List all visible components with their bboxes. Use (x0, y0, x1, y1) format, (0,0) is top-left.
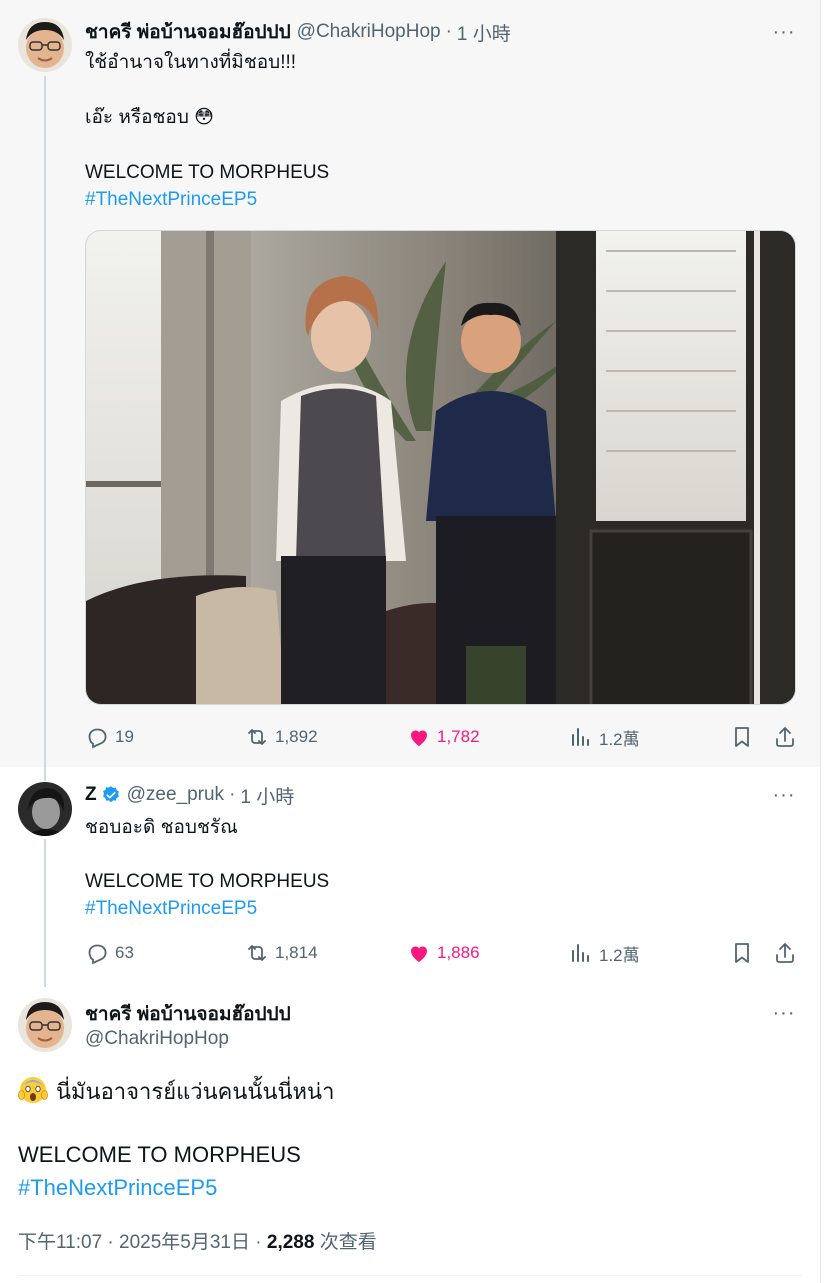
reply-count: 19 (115, 727, 134, 746)
tweet-text-line: เอ๊ะ หรือชอบ 😳 (85, 107, 214, 128)
retweet-button[interactable]: 1,814 (245, 938, 318, 968)
retweet-count: 1,892 (275, 727, 318, 746)
view-count: 1.2萬 (599, 945, 640, 965)
reply-icon (88, 728, 107, 749)
tweet-text-line: WELCOME TO MORPHEUS (85, 871, 330, 892)
hashtag-link[interactable]: #TheNextPrinceEP5 (18, 1173, 217, 1203)
like-button[interactable]: 1,886 (407, 938, 480, 968)
tweet-reply[interactable]: Z @zee_pruk · 1 小時 ··· ชอบอะดิ ชอบชรัณ W… (0, 767, 820, 987)
avatar-chakri[interactable] (18, 998, 72, 1052)
tweet-text-line: ชอบอะดิ ชอบชรัณ (85, 817, 238, 838)
view-count: 1.2萬 (599, 729, 640, 749)
tweet-text-line: WELCOME TO MORPHEUS (18, 1142, 301, 1167)
timestamp[interactable]: 1 小時 (240, 782, 294, 809)
separator-dot: · (445, 21, 452, 42)
avatar-chakri[interactable] (18, 18, 72, 72)
scrollbar[interactable] (820, 0, 834, 1283)
tweet-text-line: นี่มันอาจารย์แว่นคนนั้นนี่หน่า (18, 1074, 334, 1107)
tweet-actions: 19 1,892 1,782 1.2萬 (85, 722, 797, 752)
more-icon[interactable]: ··· (770, 1001, 798, 1025)
reply-button[interactable]: 19 (85, 722, 134, 752)
views-icon (572, 944, 589, 962)
tweet-parent[interactable]: ชาครี พ่อบ้านจอมฮ๊อปปป @ChakriHopHop · 1… (0, 0, 820, 767)
retweet-count: 1,814 (275, 943, 318, 962)
views-button[interactable]: 1.2萬 (569, 938, 640, 968)
share-button[interactable] (773, 938, 803, 968)
share-icon (776, 727, 794, 747)
avatar-zee[interactable] (18, 782, 72, 836)
share-button[interactable] (773, 722, 803, 752)
reply-count: 63 (115, 943, 134, 962)
share-icon (776, 943, 794, 963)
like-icon (411, 730, 427, 746)
tweet-actions: 63 1,814 1,886 1.2萬 (85, 938, 797, 968)
like-count: 1,886 (437, 943, 480, 962)
tweet-header: ชาครี พ่อบ้านจอมฮ๊อปปป @ChakriHopHop · 1… (85, 17, 511, 47)
retweet-icon (248, 729, 266, 745)
separator-dot: · (229, 784, 236, 805)
bookmark-button[interactable] (730, 938, 760, 968)
retweet-icon (248, 945, 266, 961)
scream-emoji-icon (18, 1077, 48, 1103)
display-name[interactable]: ชาครี พ่อบ้านจอมฮ๊อปปป (85, 999, 291, 1029)
like-count: 1,782 (437, 727, 480, 746)
tweet-text-line: ใช้อำนาจในทางที่มิชอบ!!! (85, 52, 297, 73)
like-icon (411, 946, 427, 962)
display-name[interactable]: ชาครี พ่อบ้านจอมฮ๊อปปป (85, 17, 291, 47)
hashtag-link[interactable]: #TheNextPrinceEP5 (85, 186, 257, 213)
more-icon[interactable]: ··· (770, 20, 798, 44)
handle[interactable]: @ChakriHopHop (85, 1028, 229, 1050)
tweet-text: นี่มันอาจารย์แว่นคนนั้นนี่หน่า (56, 1079, 335, 1104)
tweet-focused[interactable]: ชาครี พ่อบ้านจอมฮ๊อปปป @ChakriHopHop ···… (0, 987, 820, 1283)
bookmark-icon (735, 727, 749, 747)
reply-button[interactable]: 63 (85, 938, 134, 968)
views-button[interactable]: 1.2萬 (569, 722, 640, 752)
handle[interactable]: @zee_pruk (127, 784, 224, 806)
retweet-button[interactable]: 1,892 (245, 722, 318, 752)
like-button[interactable]: 1,782 (407, 722, 480, 752)
thread-line (44, 767, 46, 781)
thread-line (44, 76, 46, 767)
display-name[interactable]: Z (85, 784, 97, 806)
view-label: 次查看 (314, 1232, 377, 1253)
tweet-text-line: WELCOME TO MORPHEUS (85, 162, 330, 183)
divider (18, 1275, 802, 1276)
views-icon (572, 728, 589, 746)
view-count: 2,288 (266, 1232, 315, 1253)
thread-line (44, 839, 46, 987)
tweet-datetime[interactable]: 下午11:07 · 2025年5月31日 · (18, 1232, 267, 1253)
verified-badge-icon (102, 786, 119, 803)
tweet-meta: 下午11:07 · 2025年5月31日 · 2,288 次查看 (18, 1227, 377, 1254)
handle[interactable]: @ChakriHopHop (297, 21, 441, 43)
bookmark-button[interactable] (730, 722, 760, 752)
reply-icon (88, 944, 107, 965)
more-icon[interactable]: ··· (770, 783, 798, 807)
tweet-photo[interactable] (85, 230, 796, 705)
timestamp[interactable]: 1 小時 (457, 19, 511, 46)
bookmark-icon (735, 943, 749, 963)
tweet-header: Z @zee_pruk · 1 小時 (85, 782, 294, 809)
hashtag-link[interactable]: #TheNextPrinceEP5 (85, 895, 257, 922)
